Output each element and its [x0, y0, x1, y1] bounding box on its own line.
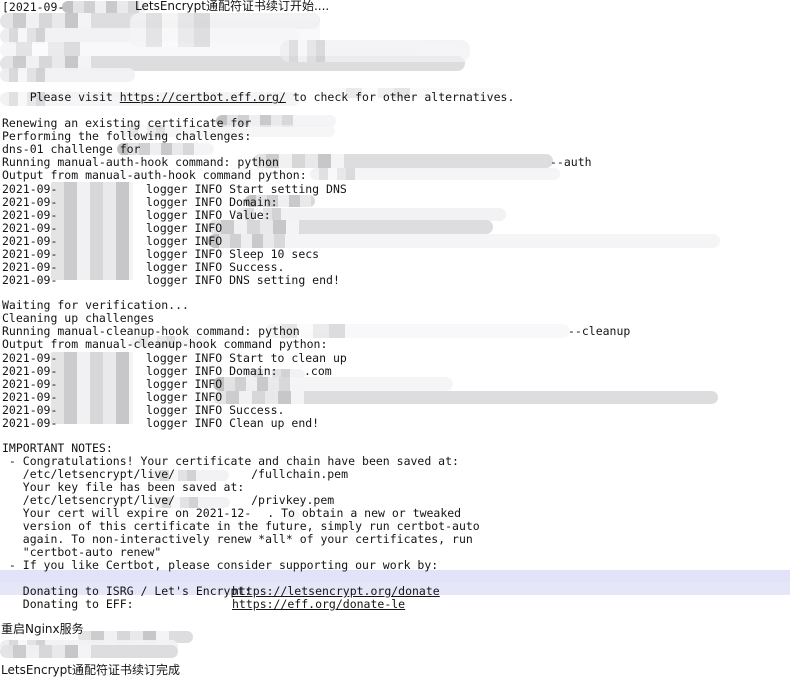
log-entry-msg: Domain: [229, 195, 278, 209]
log-entry-logger: logger INFO [146, 273, 230, 287]
log-entry-domain-suffix: .com [304, 364, 332, 378]
privkey-path-suffix: /privkey.pem [251, 493, 335, 507]
log-entry-msg: Sleep 10 secs [229, 247, 320, 261]
log-entry-logger: logger INFO [146, 260, 230, 274]
log-line-header-title: LetsEncrypt通配符证书续订开始.... [135, 0, 330, 13]
log-entry-msg: Success. [229, 260, 285, 274]
log-entry-ts: 2021-09- [2, 416, 58, 430]
please-visit-text: Please visit [29, 90, 120, 105]
log-line-expire-notice: Your cert will expire on 2021-12- . To ob… [2, 506, 462, 520]
log-line-cleanup-flag: --cleanup [568, 324, 631, 338]
redaction-nginx-output-c [0, 645, 178, 658]
log-entry-logger: logger INFO [146, 221, 230, 235]
certbot-link[interactable]: https://certbot.eff.org/ [120, 90, 286, 104]
log-entry-logger: logger INFO [146, 182, 230, 196]
redaction-auth-hook-cmd [253, 154, 553, 168]
log-entry-msg: Start setting DNS [229, 182, 347, 196]
log-entry-body: logger INFO Clean up end! [146, 416, 320, 430]
log-entry-logger: logger INFO [146, 234, 230, 248]
terminal-log-console[interactable]: [2021-09- LetsEncrypt通配符证书续订开始.... Pleas… [0, 0, 790, 681]
log-entry-body: logger INFO DNS setting end! [146, 273, 340, 287]
log-entry-logger: logger INFO [146, 247, 230, 261]
fullchain-path-suffix: /fullchain.pem [251, 467, 349, 481]
privkey-path-prefix: /etc/letsencrypt/live/ [2, 493, 176, 507]
donate-eff-link-wrap: https://eff.org/donate-le [232, 597, 405, 611]
log-entry-logger: logger INFO [146, 195, 230, 209]
redaction-cleanup-hook-cmd [265, 324, 570, 338]
log-entry-msg: DNS setting end! [229, 273, 340, 287]
log-entry-logger: logger INFO [146, 390, 230, 404]
log-line-donate-eff-label: Donating to EFF: [2, 597, 134, 611]
log-entry-logger: logger INFO [146, 403, 230, 417]
redaction-cleanup-row4 [213, 391, 718, 404]
log-line-auth-flag: --auth [550, 155, 592, 169]
please-visit-tail: to check for other alternatives. [285, 90, 515, 105]
log-line-header-ts: [2021-09- [2, 0, 65, 14]
log-entry-msg: Success. [229, 403, 285, 417]
log-entry-ts: 2021-09- [2, 273, 58, 287]
eff-donate-link[interactable]: https://eff.org/donate-le [232, 597, 405, 611]
redaction-cleanup-row3 [213, 377, 453, 391]
expire-notice-suffix: . To obtain a new or tweaked [267, 506, 462, 520]
log-line-restart-nginx: 重启Nginx服务 [1, 622, 84, 636]
log-entry-logger: logger INFO [146, 351, 230, 365]
log-entry-logger: logger INFO [146, 208, 230, 222]
log-entry-msg: Value: [229, 208, 271, 222]
fullchain-path-prefix: /etc/letsencrypt/live/ [2, 467, 176, 481]
log-line-support-certbot: - If you like Certbot, please consider s… [2, 558, 439, 572]
log-entry-logger: logger INFO [146, 416, 230, 430]
log-line-please-visit: Please visit https://certbot.eff.org/ to… [2, 78, 515, 104]
log-entry-msg: Domain: [229, 364, 278, 378]
log-line-fullchain-path: /etc/letsencrypt/live/ /fullchain.pem [2, 467, 349, 481]
redaction-auth-hook-out [310, 168, 560, 180]
log-entry-msg: Start to clean up [229, 351, 347, 365]
log-line-output-auth-hook: Output from manual-auth-hook command pyt… [2, 168, 307, 182]
redaction-auth-row5 [208, 234, 720, 248]
log-entry-logger: logger INFO [146, 377, 230, 391]
redaction-cleanup-timestamps [51, 352, 133, 424]
log-line-output-cleanup-hook: Output from manual-cleanup-hook command … [2, 337, 328, 351]
redaction-top-block-g [280, 40, 470, 62]
log-entry-msg: Clean up end! [229, 416, 320, 430]
log-entry-logger: logger INFO [146, 364, 230, 378]
log-line-renewal-complete: LetsEncrypt通配符证书续订完成 [1, 663, 180, 677]
letsencrypt-donate-link[interactable]: https://letsencrypt.org/donate [232, 584, 440, 598]
expire-notice-prefix: Your cert will expire on 2021-12- [2, 506, 252, 520]
redaction-auth-timestamps [51, 182, 133, 280]
